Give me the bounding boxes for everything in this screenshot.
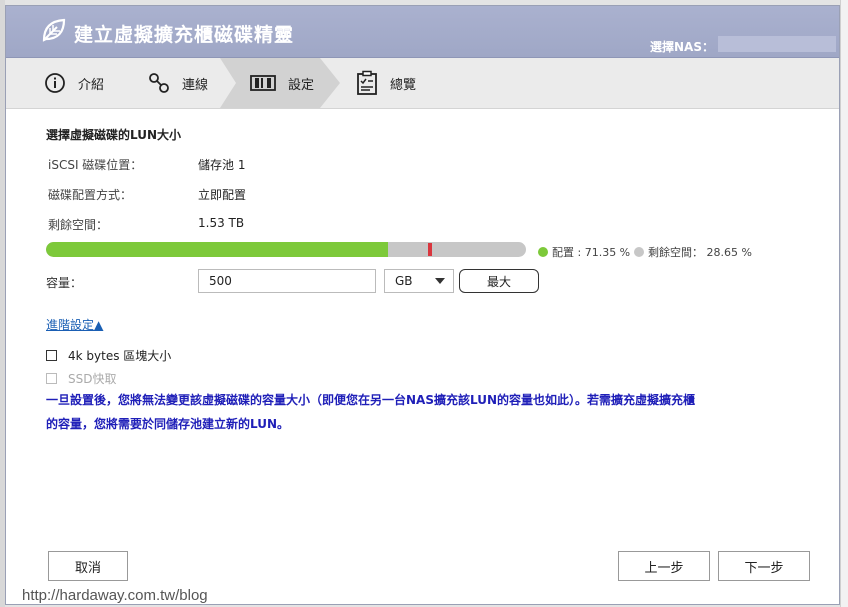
unit-select[interactable]: GB [384, 269, 454, 293]
warning-message: 一旦設置後，您將無法變更該虛擬磁碟的容量大小（即便您在另一台NAS擴充該LUN的… [46, 388, 766, 436]
iscsi-location-value: 儲存池 1 [198, 158, 246, 172]
legend-free-dot [634, 247, 644, 257]
background-window-edge [840, 0, 848, 607]
option-4k-block-label: 4k bytes 區塊大小 [68, 349, 172, 363]
capacity-input[interactable] [198, 269, 376, 293]
legend-allocated-dot [538, 247, 548, 257]
legend-allocated: 配置 : 71.35 % [538, 244, 630, 260]
allocation-method-value: 立即配置 [198, 188, 247, 202]
next-button[interactable]: 下一步 [718, 551, 810, 581]
step-summary: 總覽 [356, 58, 416, 108]
step-settings-label: 設定 [288, 77, 315, 93]
disk-settings-icon [250, 75, 276, 91]
checkbox-4k-block[interactable] [46, 350, 57, 361]
wizard-dialog: 建立虛擬擴充櫃磁碟精靈 選擇NAS： 介紹 連線 設定 總覽 選擇虛擬磁碟的LU… [5, 5, 840, 605]
step-intro-label: 介紹 [78, 77, 105, 93]
warning-line-2: 的容量，您將需要於同儲存池建立新的LUN。 [46, 417, 290, 431]
advanced-settings-link[interactable]: 進階設定▲ [46, 316, 103, 333]
legend-allocated-text: 配置 : 71.35 % [552, 246, 631, 259]
unit-select-value: GB [395, 274, 413, 288]
dialog-title: 建立虛擬擴充櫃磁碟精靈 [74, 24, 295, 46]
warning-line-1: 一旦設置後，您將無法變更該虛擬磁碟的容量大小（即便您在另一台NAS擴充該LUN的… [46, 393, 695, 407]
section-title: 選擇虛擬磁碟的LUN大小 [46, 128, 182, 142]
previous-button[interactable]: 上一步 [618, 551, 710, 581]
iscsi-location-label: iSCSI 磁碟位置： [48, 158, 143, 172]
clipboard-icon [357, 70, 377, 95]
free-space-value: 1.53 TB [198, 216, 245, 230]
step-summary-label: 總覽 [390, 77, 417, 93]
capacity-label: 容量： [46, 276, 83, 290]
nas-select-label: 選擇NAS： [650, 40, 714, 54]
max-button[interactable]: 最大 [459, 269, 539, 293]
allocation-method-label: 磁碟配置方式： [48, 188, 133, 202]
option-ssd-cache: SSD快取 [46, 370, 116, 387]
legend-free-text: 剩餘空間： 28.65 % [648, 246, 752, 259]
usage-bar-allocated [46, 242, 389, 257]
option-4k-block[interactable]: 4k bytes 區塊大小 [46, 347, 171, 364]
option-ssd-cache-label: SSD快取 [68, 372, 117, 386]
leaf-icon [42, 18, 66, 42]
nas-select-value[interactable] [718, 36, 836, 52]
step-settings: 設定 [250, 58, 314, 108]
cancel-button[interactable]: 取消 [48, 551, 128, 581]
watermark-url: http://hardaway.com.tw/blog [22, 587, 208, 604]
info-icon [45, 73, 65, 93]
legend-free: 剩餘空間： 28.65 % [634, 244, 752, 260]
step-intro: 介紹 [44, 58, 104, 108]
chevron-down-icon [435, 278, 445, 284]
free-space-label: 剩餘空間： [48, 218, 109, 232]
checkbox-ssd-cache [46, 373, 57, 384]
title-bar: 建立虛擬擴充櫃磁碟精靈 選擇NAS： [6, 6, 839, 58]
step-connection: 連線 [148, 58, 208, 108]
usage-bar-marker [428, 243, 432, 256]
usage-bar [46, 242, 526, 257]
wizard-steps: 介紹 連線 設定 總覽 [6, 58, 839, 109]
link-icon [149, 73, 169, 93]
step-connection-label: 連線 [182, 77, 209, 93]
